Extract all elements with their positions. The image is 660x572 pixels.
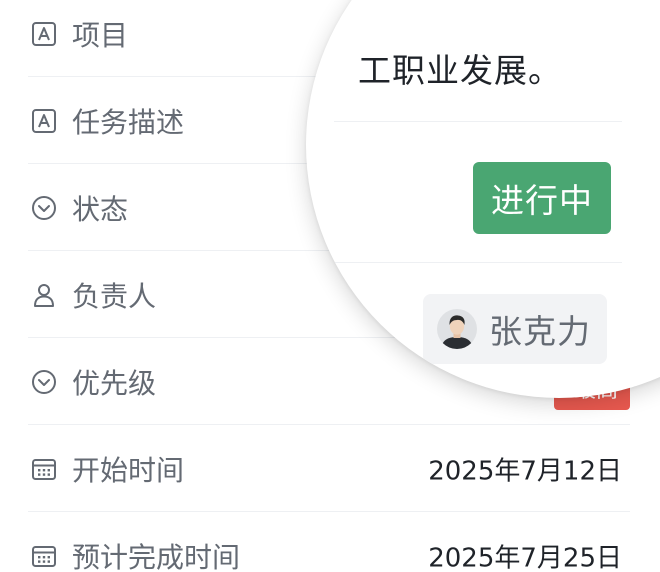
single-select-icon	[30, 368, 58, 396]
field-label-priority: 优先级	[30, 362, 156, 402]
field-label-text: 优先级	[72, 366, 157, 400]
field-label-text: 任务描述	[72, 105, 185, 139]
magnifier-lens: 工职业发展。 进行中 张克力	[306, 0, 660, 398]
lens-divider	[334, 262, 622, 263]
owner-name: 张克力	[489, 312, 591, 351]
field-label-description: 任务描述	[30, 101, 184, 141]
field-row-due-time[interactable]: 预计完成时间 2025年7月25日	[28, 512, 630, 572]
field-label-text: 项目	[72, 18, 129, 52]
magnifier-content: 工职业发展。 进行中 张克力	[306, 0, 660, 398]
field-label-text: 负责人	[72, 279, 157, 313]
field-label-owner: 负责人	[30, 275, 156, 315]
field-label-text: 开始时间	[72, 453, 185, 487]
lens-divider	[334, 121, 622, 122]
start-time-value[interactable]: 2025年7月12日	[428, 450, 622, 487]
status-tag[interactable]: 进行中	[473, 162, 611, 234]
calendar-icon	[30, 542, 58, 570]
field-row-start-time[interactable]: 开始时间 2025年7月12日	[28, 425, 630, 512]
due-time-value[interactable]: 2025年7月25日	[428, 537, 622, 572]
owner-chip[interactable]: 张克力	[423, 294, 607, 364]
calendar-icon	[30, 455, 58, 483]
text-field-icon	[30, 107, 58, 135]
field-label-status: 状态	[30, 188, 128, 228]
user-avatar	[437, 309, 477, 349]
single-select-icon	[30, 194, 58, 222]
task-detail-panel: 项目 任务描述 状态 负责人 优先级 开始时间 2025年7月12日 预计完成时…	[0, 0, 660, 572]
field-label-text: 预计完成时间	[72, 540, 241, 572]
field-label-start-time: 开始时间	[30, 449, 184, 489]
description-value[interactable]: 工职业发展。	[358, 44, 562, 92]
field-label-project: 项目	[30, 14, 128, 54]
field-label-text: 状态	[72, 192, 129, 226]
person-icon	[30, 281, 58, 309]
text-field-icon	[30, 20, 58, 48]
field-label-due-time: 预计完成时间	[30, 536, 240, 572]
